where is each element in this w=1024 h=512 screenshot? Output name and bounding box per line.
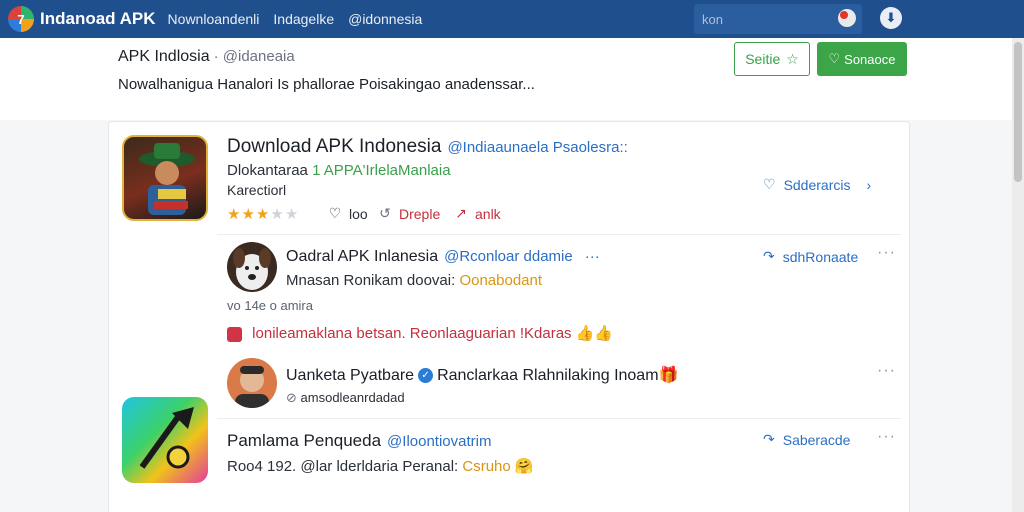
share-icon: ↷ — [763, 248, 775, 264]
ellipsis-icon: ··· — [584, 248, 600, 265]
app-side-action-label: Sdderarcis — [783, 176, 851, 193]
divider — [217, 234, 901, 235]
more-options-icon[interactable]: ··· — [877, 428, 896, 446]
search-input[interactable] — [702, 11, 832, 27]
star-rating[interactable]: ★ ★ ★ ★ ★ — [227, 205, 298, 223]
comment-side-action-label: Saberacde — [782, 431, 851, 448]
app-subtitle-prefix: Dlokantaraa — [227, 162, 308, 179]
comment-side-action[interactable]: ↷ Saberacde — [763, 431, 850, 448]
star-icon: ★ — [284, 206, 299, 223]
flag-icon — [227, 326, 242, 342]
subscribe-button-label: Sonaoce — [844, 51, 896, 67]
heart-icon: ♡ — [828, 51, 841, 66]
app-category: Karectiorl — [227, 182, 287, 198]
star-icon: ★ — [227, 206, 241, 223]
download-icon[interactable]: ⬇ — [880, 7, 902, 29]
follow-button-label: Seitie — [745, 51, 781, 67]
scrollbar[interactable] — [1012, 38, 1024, 512]
nav-link-categories[interactable]: Indagelke — [273, 11, 334, 27]
app-icon[interactable] — [122, 135, 208, 221]
search-box[interactable] — [694, 4, 862, 34]
chevron-right-icon: › — [866, 176, 872, 193]
page-title-text: APK Indlosia — [118, 48, 210, 65]
comment-meta: vo 14e o amira — [227, 298, 313, 313]
comment-body: Mnasan Ronikam doovai: — [286, 272, 456, 289]
subscribe-button[interactable]: ♡ Sonaoce — [817, 42, 907, 76]
comment-subtext-value: amsodleanrdadad — [300, 390, 405, 405]
avatar[interactable] — [227, 242, 277, 292]
like-action[interactable]: ♡ loo — [327, 205, 368, 222]
comment-highlight-row: lonileamaklana betsan. Reonlaaguarian !K… — [227, 324, 613, 342]
comment-handle[interactable]: @Iloontiovatrim — [387, 433, 491, 450]
page-header: APK Indlosia · @idaneaia Nowalhanigua Han… — [0, 38, 1012, 120]
comment-highlight[interactable]: Oonabodant — [459, 272, 542, 289]
comment-header: Oadral APK Inlanesia @Rconloar ddamie ··· — [286, 248, 600, 266]
app-title-row: Download APK Indonesia @Indiaaunaela Psao… — [227, 136, 628, 158]
like-count: loo — [349, 205, 368, 222]
reply-label: Dreple — [399, 205, 441, 222]
comment-text: Mnasan Ronikam doovai: Oonabodant — [286, 272, 542, 289]
thumbs-up-icon: 👍👍 — [575, 325, 614, 342]
top-nav-bar: 7 Indanoad APK Nownloandenli Indagelke @… — [0, 0, 1024, 38]
comment-header: Uanketa Pyatbare ✓ Ranclarkaa Rlahnilaking… — [286, 365, 678, 385]
avatar[interactable] — [227, 358, 277, 408]
app-handle[interactable]: @Indiaaunaela Psaolesra:: — [447, 139, 627, 156]
follow-button[interactable]: Seitie ☆ — [734, 42, 810, 76]
app-icon[interactable] — [122, 397, 208, 483]
app-title[interactable]: Download APK Indonesia — [227, 136, 441, 157]
comment-body: Roo4 192. @lar lderldaria Peranal: — [227, 458, 459, 475]
comment-author[interactable]: Pamlama Penqueda — [227, 431, 381, 450]
page-description: Nowalhanigua Hanalori Is phallorae Poisa… — [118, 76, 535, 93]
comment-header: Pamlama Penqueda @Iloontiovatrim — [227, 431, 491, 451]
comment-handle[interactable]: @Rconloar ddamie — [444, 248, 573, 265]
brand-logo-icon[interactable]: 7 — [8, 6, 34, 32]
reply-action[interactable]: ↺ Dreple — [377, 205, 440, 222]
more-options-icon[interactable]: ··· — [877, 244, 896, 262]
nav-link-downloads[interactable]: Nownloandenli — [168, 11, 260, 27]
share-icon: ↗ — [455, 205, 467, 221]
comment-subtext: ⊘ amsodleanrdadad — [286, 390, 405, 406]
share-label: anlk — [475, 205, 501, 222]
comment-side-action[interactable]: ↷ sdhRonaate — [763, 248, 858, 265]
comment-text: Roo4 192. @lar lderldaria Peranal: Csruh… — [227, 457, 534, 475]
page-title: APK Indlosia · @idaneaia — [118, 48, 295, 66]
app-side-action[interactable]: ♡ Sdderarcis › — [763, 176, 871, 193]
divider — [217, 418, 901, 419]
at-icon: ⊘ — [286, 390, 297, 405]
star-icon: ☆ — [786, 50, 799, 67]
verified-badge-icon: ✓ — [418, 368, 434, 384]
comment-author[interactable]: Uanketa Pyatbare — [286, 367, 414, 384]
brand-name[interactable]: Indanoad APK — [40, 9, 156, 29]
gift-icon: 🎁 — [658, 367, 679, 384]
scrollbar-thumb[interactable] — [1014, 42, 1022, 182]
more-options-icon[interactable]: ··· — [877, 362, 896, 380]
app-subtitle: Dlokantaraa 1 APPA'IrlelaManlaia — [227, 162, 451, 179]
hug-icon: 🤗 — [514, 458, 534, 475]
comment-author[interactable]: Oadral APK Inlanesia — [286, 248, 438, 265]
app-subtitle-tag[interactable]: 1 APPA'IrlelaManlaia — [312, 162, 451, 179]
reply-icon: ↺ — [379, 205, 391, 221]
share-icon: ↷ — [763, 431, 775, 447]
comment-highlight-text[interactable]: lonileamaklana betsan. Reonlaaguarian !K… — [252, 325, 571, 342]
page-handle: · @idaneaia — [213, 48, 295, 65]
app-card: Download APK Indonesia @Indiaaunaela Psao… — [108, 121, 910, 512]
nav-link-handle[interactable]: @idonnesia — [348, 11, 422, 27]
star-icon: ★ — [241, 206, 255, 223]
star-icon: ★ — [270, 206, 284, 223]
comment-icon: ♡ — [763, 176, 776, 192]
notification-icon[interactable] — [838, 9, 856, 27]
like-icon: ♡ — [328, 205, 342, 221]
comment-tagline: Ranclarkaa Rlahnilaking Inoam — [437, 367, 659, 384]
comment-highlight[interactable]: Csruho — [462, 458, 510, 475]
share-action[interactable]: ↗ anlk — [453, 205, 501, 222]
comment-side-action-label: sdhRonaate — [782, 248, 859, 265]
star-icon: ★ — [255, 206, 270, 223]
